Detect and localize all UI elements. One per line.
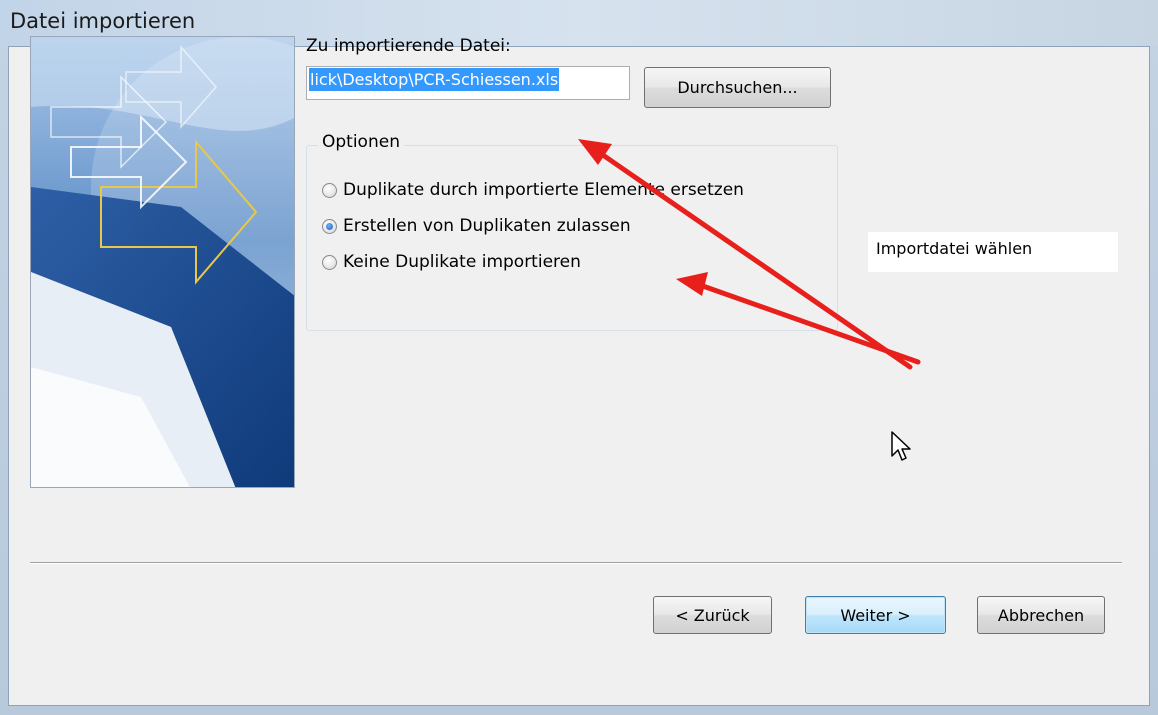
option-no-duplicates[interactable]: Keine Duplikate importieren [322,252,581,272]
import-arrow-illustration [30,36,295,488]
footer-separator [30,562,1122,564]
annotation-note: Importdatei wählen [868,232,1118,272]
window-title: Datei importieren [10,9,196,33]
radio-button[interactable] [322,254,337,270]
file-label: Zu importierende Datei: [306,36,511,56]
option-replace-duplicates[interactable]: Duplikate durch importierte Elemente ers… [322,180,744,200]
browse-button[interactable]: Durchsuchen... [644,67,831,108]
cancel-button[interactable]: Abbrechen [977,596,1105,634]
next-button[interactable]: Weiter > [805,596,946,634]
radio-button[interactable] [322,182,337,198]
file-path-selected-text: lick\Desktop\PCR-Schiessen.xls [309,68,560,91]
option-label: Duplikate durch importierte Elemente ers… [343,180,744,200]
option-label: Erstellen von Duplikaten zulassen [343,216,631,236]
radio-button-checked[interactable] [322,218,337,234]
options-group [306,145,838,331]
options-legend: Optionen [318,132,404,152]
import-dialog-window: Datei importieren Zu importierende Datei… [0,0,1158,715]
option-allow-duplicates[interactable]: Erstellen von Duplikaten zulassen [322,216,631,236]
option-label: Keine Duplikate importieren [343,252,581,272]
back-button[interactable]: < Zurück [653,596,772,634]
file-path-input[interactable]: lick\Desktop\PCR-Schiessen.xls [306,66,630,100]
mouse-cursor-icon [891,431,911,461]
